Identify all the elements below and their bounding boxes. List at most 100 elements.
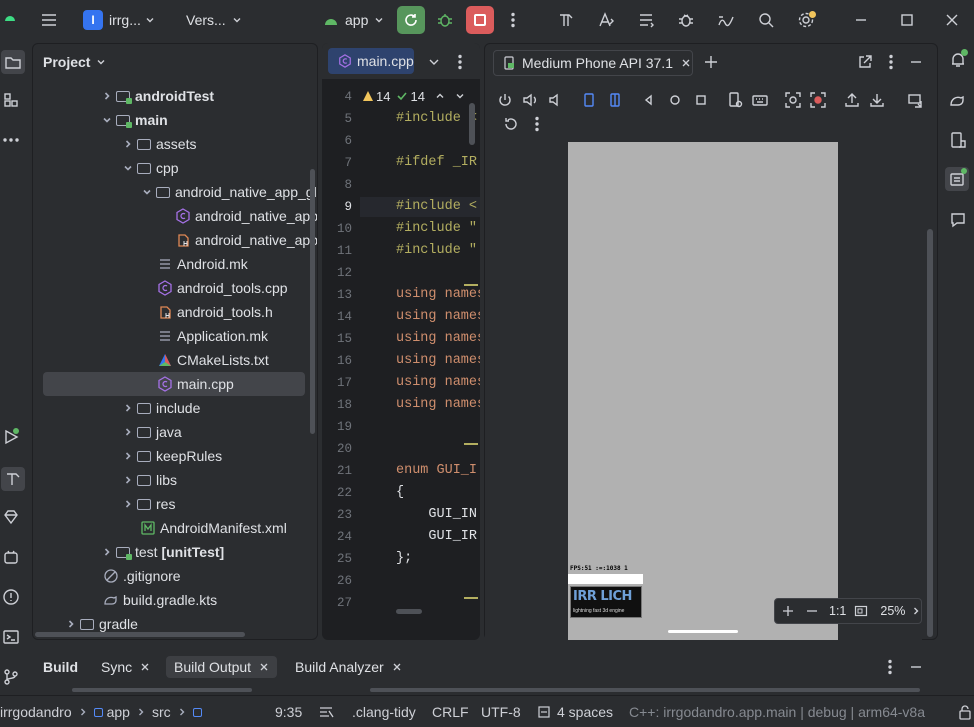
add-device-icon[interactable] [701,52,721,72]
run-config-selector[interactable]: app [323,6,384,34]
close-icon[interactable] [392,662,402,672]
bottom-scrollbar-right[interactable] [370,688,920,692]
translate-icon[interactable] [596,10,616,30]
hammer-build-icon[interactable] [556,10,576,30]
export-icon[interactable] [842,90,862,110]
chat-ai-icon[interactable] [948,210,968,230]
more-actions-icon[interactable] [503,10,523,30]
zoom-out-icon[interactable] [805,604,819,618]
mirror-icon[interactable] [906,90,926,110]
navigation-handle[interactable] [668,630,738,633]
rerun-button[interactable] [397,6,425,34]
import-icon[interactable] [867,90,887,110]
chevron-down-icon[interactable] [424,52,444,72]
open-external-icon[interactable] [855,52,875,72]
close-icon[interactable] [681,58,691,68]
close-window-icon[interactable] [942,10,962,30]
tree-node-glue-c[interactable]: android_native_app_glue.c [33,204,317,228]
code-line[interactable]: using names [396,375,480,390]
structure-icon[interactable] [1,90,21,110]
tree-node-main[interactable]: main [33,108,317,132]
overview-icon[interactable] [691,90,711,110]
breadcrumb-item[interactable]: app [107,704,130,720]
code-line[interactable]: using names [396,353,480,368]
gem-icon[interactable] [1,507,21,527]
tree-vertical-scrollbar[interactable] [310,169,315,434]
code-line[interactable]: #ifdef _IR [396,155,477,170]
code-line[interactable]: #include " [396,243,477,258]
volume-up-icon[interactable] [520,90,540,110]
home-icon[interactable] [665,90,685,110]
snapshot-undo-icon[interactable] [501,114,521,134]
code-line[interactable]: GUI_IR [396,529,477,544]
zoom-level[interactable]: 25% [880,604,905,618]
file-encoding[interactable]: UTF-8 [481,704,521,720]
vcs-widget[interactable]: Vers... [186,6,242,34]
inspection-widget[interactable]: 14 14 [362,88,465,104]
tree-node-glue-h[interactable]: android_native_app_glue.h [33,228,317,252]
minimize-window-icon[interactable] [851,10,871,30]
breadcrumb-item[interactable]: src [152,704,171,720]
record-screen-icon[interactable] [808,90,828,110]
rotate-left-icon[interactable] [579,90,599,110]
terminal-icon[interactable] [1,627,21,647]
tree-node-assets[interactable]: assets [33,132,317,156]
tree-node-cpp[interactable]: cpp [33,156,317,180]
hide-panel-icon[interactable] [906,52,926,72]
tree-node-gitignore[interactable]: .gitignore [33,564,317,588]
code-line[interactable]: }; [396,551,412,566]
fit-screen-icon[interactable] [854,604,868,618]
read-only-lock-icon[interactable] [958,704,972,720]
problems-icon[interactable] [1,587,21,607]
project-panel-header[interactable]: Project [43,54,106,70]
tab-build-output[interactable]: Build Output [166,656,278,678]
android-device-icon[interactable] [1,547,21,567]
maximize-window-icon[interactable] [897,10,917,30]
tree-horizontal-scrollbar[interactable] [35,632,245,637]
code-line[interactable]: #include " [396,221,477,236]
code-line[interactable]: using names [396,287,480,302]
tree-node-main-cpp[interactable]: main.cpp [43,372,305,396]
list-tasks-icon[interactable] [636,10,656,30]
git-icon[interactable] [1,667,21,687]
more-options-icon[interactable] [880,657,900,677]
tree-node-keeprules[interactable]: keepRules [33,444,317,468]
tree-node-android-mk[interactable]: Android.mk [33,252,317,276]
code-line[interactable]: #include < [396,199,477,214]
code-line[interactable]: GUI_IN [396,507,477,522]
more-options-icon[interactable] [881,52,901,72]
emulator-vertical-scrollbar[interactable] [927,229,933,637]
more-toolbar-icon[interactable] [527,114,547,134]
code-line[interactable]: #include < [396,111,477,126]
profiler-icon[interactable] [716,10,736,30]
bug-icon[interactable] [676,10,696,30]
tree-node-manifest[interactable]: AndroidManifest.xml [33,516,317,540]
more-tools-icon[interactable] [1,130,21,150]
tree-node-res[interactable]: res [33,492,317,516]
line-ending[interactable]: CRLF [432,704,469,720]
zoom-actual-size[interactable]: 1:1 [829,604,846,618]
search-icon[interactable] [756,10,776,30]
tree-node-java[interactable]: java [33,420,317,444]
tree-node-gradle[interactable]: gradle [33,612,317,634]
close-icon[interactable] [259,662,269,672]
back-icon[interactable] [639,90,659,110]
code-line[interactable]: using names [396,309,480,324]
debug-icon[interactable] [435,10,455,30]
build-tool-icon[interactable] [1,467,25,491]
breadcrumb-item[interactable]: irrgodandro [0,704,72,720]
code-line[interactable]: enum GUI_I [396,463,477,478]
rotate-right-icon[interactable] [605,90,625,110]
code-line[interactable]: using names [396,331,480,346]
tree-node-build-gradle[interactable]: build.gradle.kts [33,588,317,612]
code-line[interactable]: { [396,485,404,500]
gradle-icon[interactable] [948,90,968,110]
tree-node-libs[interactable]: libs [33,468,317,492]
volume-down-icon[interactable] [545,90,565,110]
power-icon[interactable] [495,90,515,110]
tree-node-android-tools-h[interactable]: android_tools.h [33,300,317,324]
project-switcher[interactable]: I irrg... [83,6,155,34]
tree-node-android-tools-cpp[interactable]: android_tools.cpp [33,276,317,300]
stop-button[interactable] [466,6,494,34]
bottom-scrollbar-left[interactable] [72,688,252,692]
